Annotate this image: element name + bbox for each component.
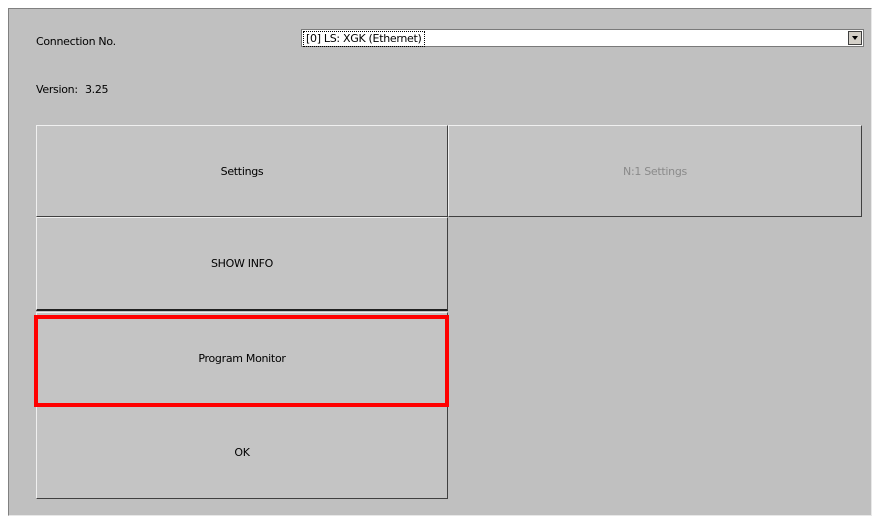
connection-number-label: Connection No. bbox=[36, 35, 116, 48]
program-monitor-button[interactable]: Program Monitor bbox=[36, 312, 448, 405]
version-row: Version: 3.25 bbox=[36, 83, 109, 96]
program-monitor-button-label: Program Monitor bbox=[198, 352, 286, 365]
connection-number-select[interactable]: [0] LS: XGK (Ethernet) bbox=[301, 29, 864, 47]
show-info-button-label: SHOW INFO bbox=[210, 257, 274, 270]
version-value: 3.25 bbox=[84, 83, 109, 96]
show-info-button[interactable]: SHOW INFO bbox=[36, 217, 448, 311]
chevron-down-icon[interactable] bbox=[848, 31, 862, 45]
ok-button-label: OK bbox=[234, 445, 250, 459]
settings-button[interactable]: Settings bbox=[36, 125, 448, 217]
n1-settings-button-label: N:1 Settings bbox=[623, 164, 687, 178]
ok-button[interactable]: OK bbox=[36, 405, 448, 499]
version-label: Version: bbox=[36, 83, 78, 96]
dialog-panel: Connection No. [0] LS: XGK (Ethernet) Ve… bbox=[8, 8, 872, 516]
settings-button-label: Settings bbox=[220, 164, 264, 178]
n1-settings-button: N:1 Settings bbox=[448, 125, 862, 217]
connection-number-selected-value: [0] LS: XGK (Ethernet) bbox=[303, 31, 425, 47]
